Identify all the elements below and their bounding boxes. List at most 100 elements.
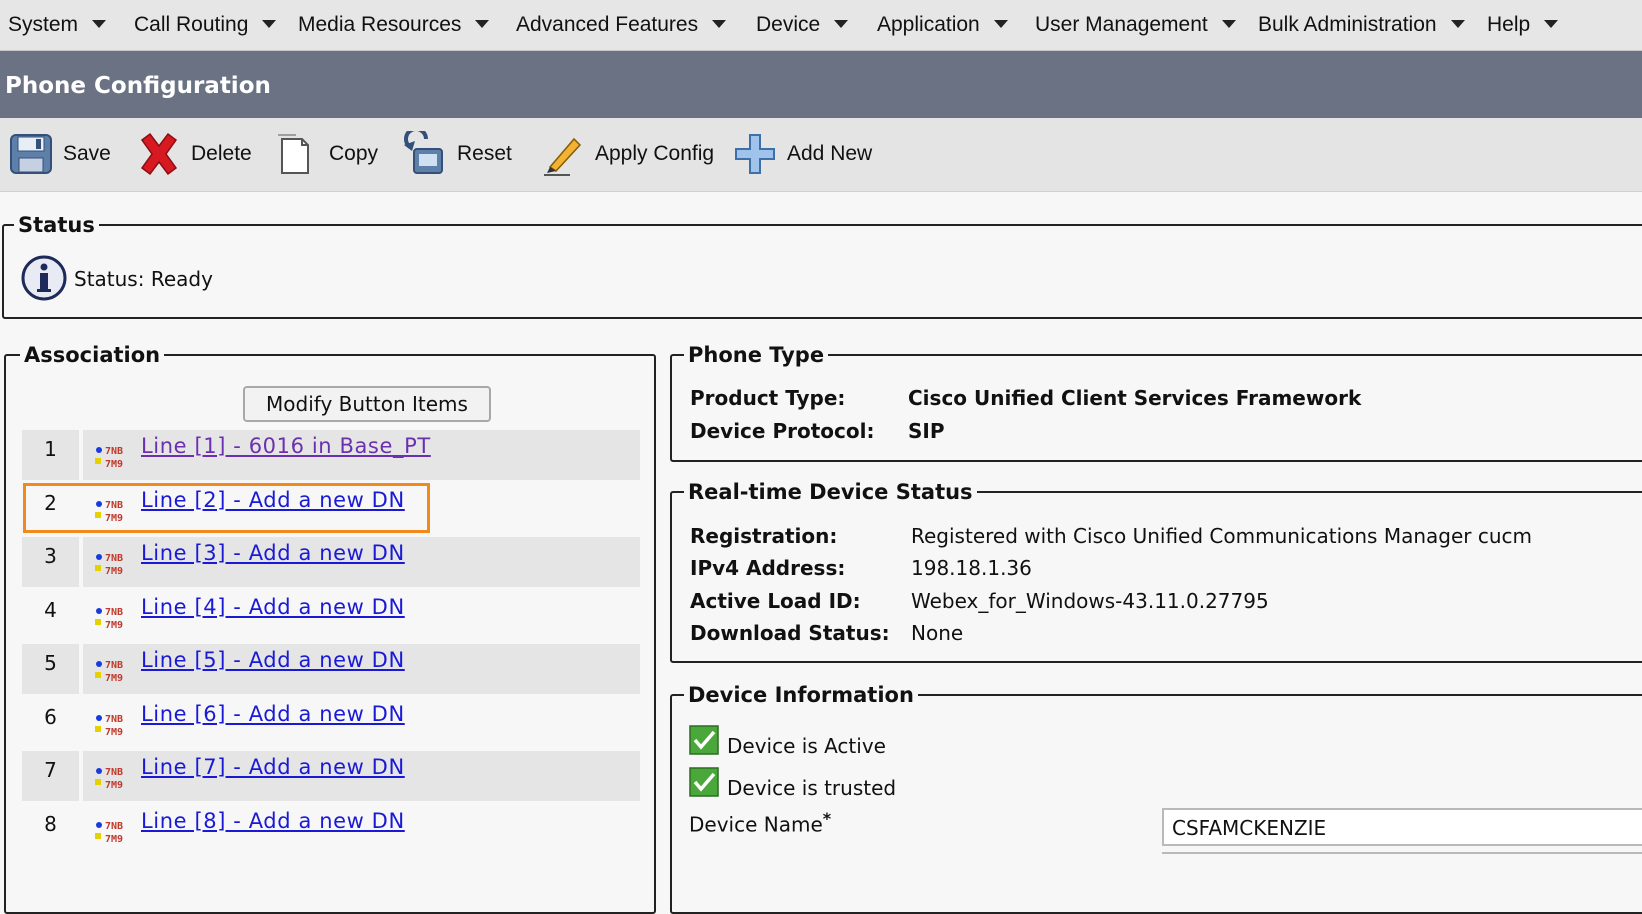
line-row: 8 7NB 7M9 Line [8] - Add a new DN [22,805,640,855]
line-link[interactable]: Line [8] - Add a new DN [141,809,405,833]
reset-button[interactable]: Reset [402,128,512,180]
menu-device[interactable]: Device [756,0,849,50]
line-cell: 7NB 7M9 Line [8] - Add a new DN [83,805,640,855]
registration-value: Registered with Cisco Unified Communicat… [911,524,1532,548]
modify-button-items-button[interactable]: Modify Button Items [243,386,491,422]
line-icon: 7NB7M9 [95,821,123,845]
active-load-value: Webex_for_Windows-43.11.0.27795 [911,589,1269,613]
line-number: 4 [44,598,57,622]
add-new-button[interactable]: Add New [732,128,872,180]
status-group: Status Status: Ready [2,212,1642,319]
apply-config-button[interactable]: Apply Config [540,128,714,180]
reset-label: Reset [457,142,512,165]
device-name-label-text: Device Name [689,812,823,837]
device-protocol-label: Device Protocol: [690,419,875,443]
info-icon [21,255,67,301]
line-cell: 7NB 7M9 Line [7] - Add a new DN [83,751,640,801]
menu-advanced-features[interactable]: Advanced Features [516,0,727,50]
menu-label: Device [756,13,821,36]
menu-media-resources[interactable]: Media Resources [298,0,490,50]
checkbox-device-trusted[interactable] [689,767,719,797]
line-row: 1 7NB 7M9 Line [1] - 6016 in Base_PT [22,430,640,480]
status-text: Status: Ready [74,267,213,291]
device-info-legend: Device Information [684,682,918,708]
line-cell: 7NB 7M9 Line [6] - Add a new DN [83,698,640,748]
save-button[interactable]: Save [8,128,111,180]
line-row: 5 7NB 7M9 Line [5] - Add a new DN [22,644,640,694]
menu-label: Media Resources [298,13,462,36]
menu-label: Bulk Administration [1258,13,1437,36]
svg-text:7M9: 7M9 [105,727,123,738]
ipv4-label: IPv4 Address: [690,556,846,580]
caret-down-icon [1450,20,1465,29]
registration-label: Registration: [690,524,838,548]
toolbar: Save Delete Copy Reset Apply Config Add … [0,118,1642,192]
svg-text:7NB: 7NB [105,607,123,618]
copy-icon [278,134,309,174]
line-icon: 7NB7M9 [95,767,123,791]
active-load-label: Active Load ID: [690,589,861,613]
svg-text:7M9: 7M9 [105,459,123,470]
svg-text:7NB: 7NB [105,553,123,564]
line-icon: 7NB7M9 [95,660,123,684]
line-link[interactable]: Line [7] - Add a new DN [141,755,405,779]
menu-user-management[interactable]: User Management [1035,0,1236,50]
menu-label: Application [877,13,980,36]
menu-label: Help [1487,13,1531,36]
device-active-label: Device is Active [727,734,886,758]
line-link[interactable]: Line [1] - 6016 in Base_PT [141,434,431,458]
line-number: 8 [44,812,57,836]
svg-text:7M9: 7M9 [105,566,123,577]
phone-type-legend: Phone Type [684,342,829,368]
menu-application[interactable]: Application [877,0,1008,50]
line-link[interactable]: Line [6] - Add a new DN [141,702,405,726]
reset-icon [404,131,443,174]
caret-down-icon [712,20,727,29]
menu-system[interactable]: System [8,0,107,50]
svg-text:7NB: 7NB [105,714,123,725]
product-type-label: Product Type: [690,386,846,410]
delete-label: Delete [191,142,252,165]
device-trusted-label: Device is trusted [727,776,897,800]
svg-text:7NB: 7NB [105,821,123,832]
checkbox-device-active[interactable] [689,725,719,755]
copy-label: Copy [329,142,379,165]
device-information-group: Device Information [670,682,1642,914]
line-row: 6 7NB 7M9 Line [6] - Add a new DN [22,698,640,748]
svg-text:7NB: 7NB [105,767,123,778]
menu-label: Advanced Features [516,13,699,36]
line-link[interactable]: Line [5] - Add a new DN [141,648,405,672]
svg-text:7M9: 7M9 [105,834,123,845]
line-icon: 7NB7M9 [95,714,123,738]
product-type-value: Cisco Unified Client Services Framework [908,386,1362,410]
download-status-value: None [911,621,964,645]
realtime-legend: Real-time Device Status [684,479,977,505]
menu-call-routing[interactable]: Call Routing [134,0,277,50]
association-group: Association Modify Button Items 1 7NB 7M9… [4,342,656,914]
caret-down-icon [1221,20,1236,29]
line-icon: 7NB7M9 [95,553,123,577]
status-legend: Status [14,212,99,238]
next-input-edge [1162,852,1642,864]
line-number: 3 [22,537,79,587]
svg-text:7NB: 7NB [105,446,123,457]
page-title: Phone Configuration [5,73,271,99]
menu-label: System [8,13,79,36]
menu-help[interactable]: Help [1487,0,1559,50]
line-link[interactable]: Line [3] - Add a new DN [141,541,405,565]
pencil-icon [544,137,582,176]
svg-text:7M9: 7M9 [105,620,123,631]
page-title-bar: Phone Configuration [0,51,1642,118]
menu-label: Call Routing [134,13,249,36]
ipv4-value: 198.18.1.36 [911,556,1032,580]
download-status-label: Download Status: [690,621,890,645]
svg-text:7NB: 7NB [105,660,123,671]
line-row: 4 7NB 7M9 Line [4] - Add a new DN [22,591,640,641]
delete-x-icon [140,132,178,176]
menu-bulk-administration[interactable]: Bulk Administration [1258,0,1465,50]
association-legend: Association [20,342,165,368]
copy-button[interactable]: Copy [274,128,378,180]
delete-button[interactable]: Delete [136,128,252,180]
device-name-input[interactable]: CSFAMCKENZIE [1162,808,1642,846]
line-link[interactable]: Line [4] - Add a new DN [141,595,405,619]
